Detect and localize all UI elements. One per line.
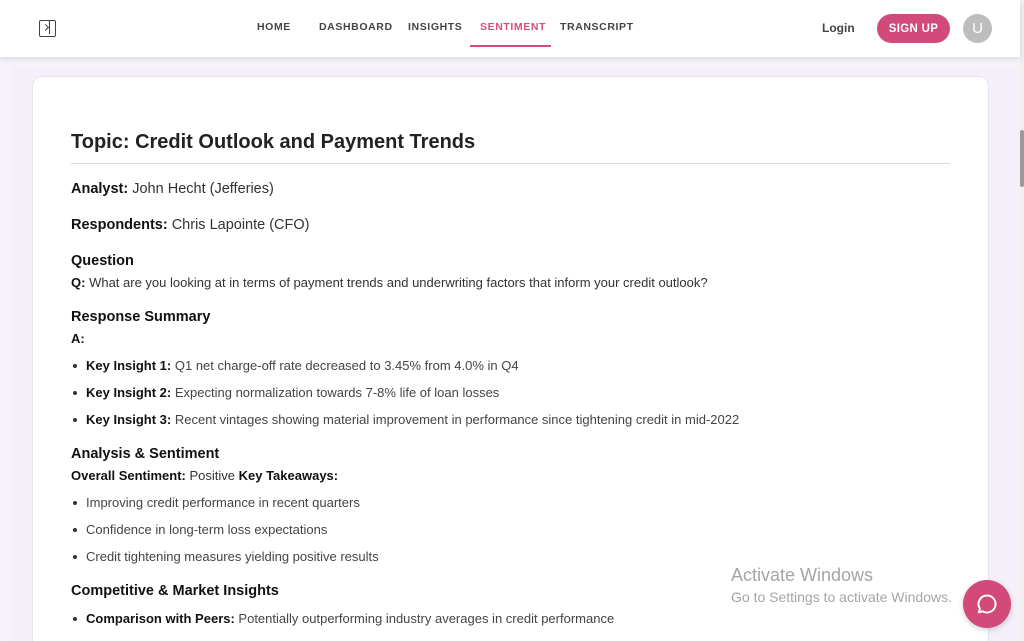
respondents-value: Chris Lapointe (CFO) — [167, 217, 310, 233]
page-background-top — [13, 57, 1020, 67]
response-heading: Response Summary — [71, 309, 211, 325]
analysis-heading: Analysis & Sentiment — [71, 446, 220, 462]
question-line: Q: What are you looking at in terms of p… — [71, 275, 708, 290]
respondents-line: Respondents: Chris Lapointe (CFO) — [71, 217, 310, 233]
list-item: Credit tightening measures yielding posi… — [73, 549, 379, 564]
title-divider — [71, 163, 950, 164]
nav-sentiment[interactable]: SENTIMENT — [480, 21, 546, 33]
chat-button[interactable] — [963, 580, 1011, 628]
scrollbar-track[interactable] — [1020, 0, 1024, 641]
nav-dashboard[interactable]: DASHBOARD — [319, 21, 393, 33]
analyst-label: Analyst: — [71, 181, 129, 197]
list-item: Key Insight 2: Expecting normalization t… — [73, 385, 499, 400]
nav-home[interactable]: HOME — [257, 21, 291, 33]
top-navbar: HOME DASHBOARD INSIGHTS SENTIMENT TRANSC… — [0, 0, 1020, 57]
list-item: Improving credit performance in recent q… — [73, 495, 360, 510]
sentiment-line: Overall Sentiment: Positive Key Takeaway… — [71, 468, 339, 483]
avatar[interactable]: U — [963, 14, 992, 43]
question-text: What are you looking at in terms of paym… — [85, 275, 708, 290]
answer-label: A: — [71, 331, 85, 346]
question-label: Q: — [71, 275, 86, 290]
signup-button[interactable]: SIGN UP — [877, 14, 950, 43]
respondents-label: Respondents: — [71, 217, 168, 233]
analyst-line: Analyst: John Hecht (Jefferies) — [71, 181, 274, 197]
question-heading: Question — [71, 253, 134, 269]
windows-watermark-title: Activate Windows — [731, 565, 874, 585]
list-item: Key Insight 3: Recent vintages showing m… — [73, 412, 739, 427]
sidebar-toggle-icon[interactable] — [39, 20, 56, 37]
analyst-value: John Hecht (Jefferies) — [128, 181, 274, 197]
list-item: Confidence in long-term loss expectation… — [73, 522, 327, 537]
page-title: Topic: Credit Outlook and Payment Trends — [71, 131, 476, 153]
chat-bubble-icon — [977, 594, 997, 614]
scrollbar-thumb[interactable] — [1020, 130, 1024, 187]
login-link[interactable]: Login — [822, 21, 855, 35]
list-item: Comparison with Peers: Potentially outpe… — [73, 611, 614, 626]
active-tab-indicator — [470, 45, 551, 47]
list-item: Key Insight 1: Q1 net charge-off rate de… — [73, 358, 519, 373]
windows-watermark-subtitle: Go to Settings to activate Windows. — [731, 589, 952, 605]
nav-insights[interactable]: INSIGHTS — [408, 21, 462, 33]
nav-transcript[interactable]: TRANSCRIPT — [560, 21, 634, 33]
competitive-heading: Competitive & Market Insights — [71, 583, 279, 599]
